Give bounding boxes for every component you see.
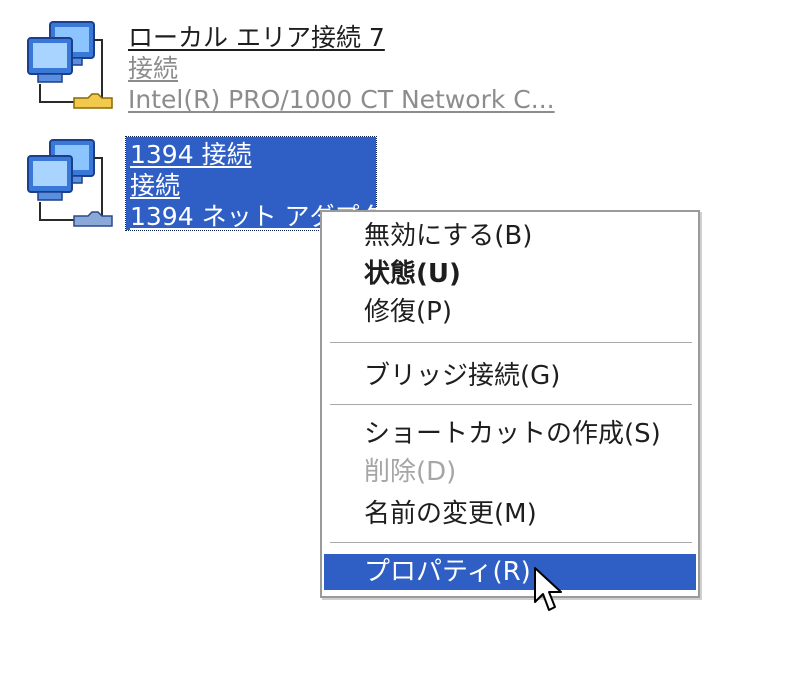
menu-item-label: プロパティ(R) <box>364 557 531 587</box>
menu-item-bridge[interactable]: ブリッジ接続(G) <box>324 358 696 394</box>
connection-text: ローカル エリア接続 7 接続 Intel(R) PRO/1000 CT Net… <box>128 22 555 115</box>
connection-item-local-area-7[interactable]: ローカル エリア接続 7 接続 Intel(R) PRO/1000 CT Net… <box>0 12 720 122</box>
context-menu: 無効にする(B) 状態(U) 修復(P) ブリッジ接続(G) ショートカットの作… <box>320 210 700 598</box>
menu-item-status[interactable]: 状態(U) <box>324 256 696 292</box>
menu-item-delete[interactable]: 削除(D) <box>324 454 696 490</box>
menu-item-label: ブリッジ接続(G) <box>364 361 561 391</box>
menu-item-label: 削除(D) <box>364 457 457 487</box>
connection-name[interactable]: ローカル エリア接続 7 <box>128 22 555 53</box>
menu-item-create-shortcut[interactable]: ショートカットの作成(S) <box>324 416 696 452</box>
connection-status: 接続 <box>130 171 181 200</box>
menu-item-label: ショートカットの作成(S) <box>364 419 661 449</box>
menu-item-repair[interactable]: 修復(P) <box>324 294 696 330</box>
connection-status: 接続 <box>128 54 179 83</box>
mouse-cursor-icon <box>534 567 562 611</box>
menu-item-properties[interactable]: プロパティ(R) <box>324 554 696 590</box>
menu-separator <box>330 342 692 344</box>
network-connection-icon <box>27 139 113 227</box>
menu-item-label: 状態(U) <box>364 259 461 289</box>
menu-separator <box>330 542 692 544</box>
connection-device: Intel(R) PRO/1000 CT Network C... <box>128 85 555 114</box>
menu-item-rename[interactable]: 名前の変更(M) <box>324 496 696 532</box>
menu-item-label: 修復(P) <box>364 297 452 327</box>
connection-name[interactable]: 1394 接続 <box>130 139 385 170</box>
menu-item-label: 名前の変更(M) <box>364 499 537 529</box>
menu-item-disable[interactable]: 無効にする(B) <box>324 218 696 254</box>
menu-item-label: 無効にする(B) <box>364 221 533 251</box>
network-connection-icon <box>27 21 113 109</box>
menu-separator <box>330 404 692 406</box>
